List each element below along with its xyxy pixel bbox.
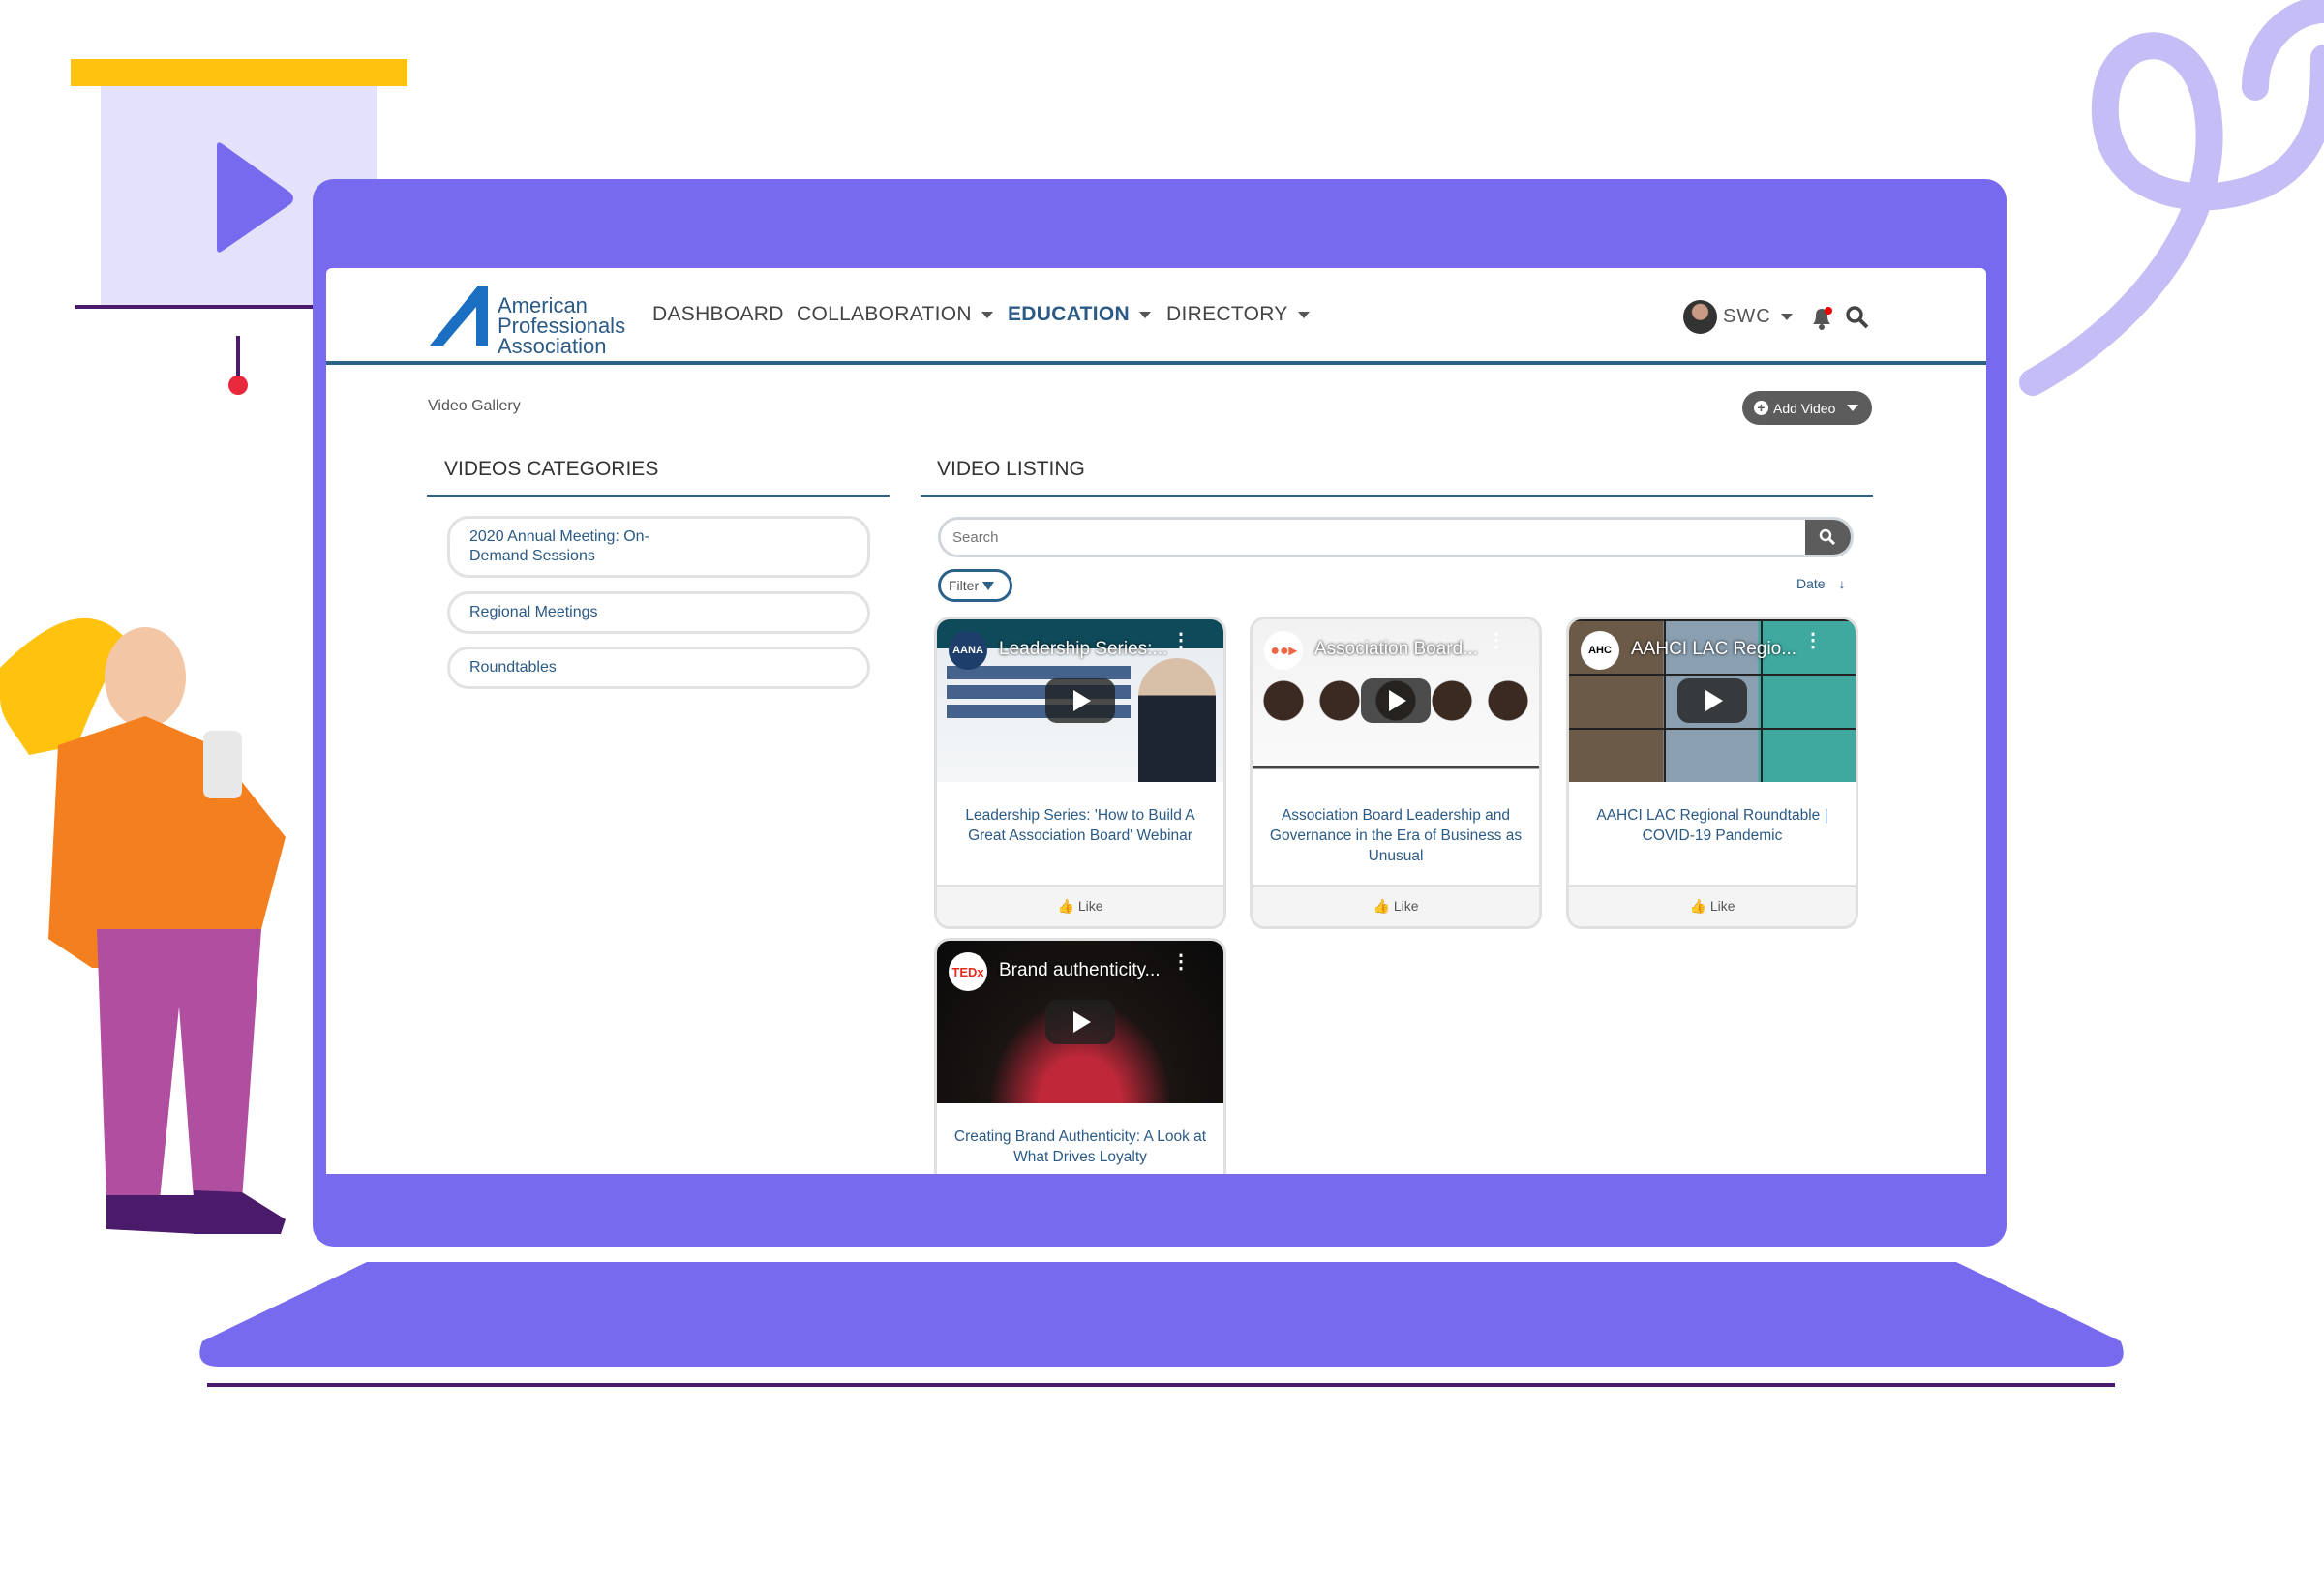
- user-name: SWC: [1723, 305, 1771, 327]
- category-label: Roundtables: [469, 659, 557, 676]
- video-title[interactable]: Leadership Series: 'How to Build A Great…: [937, 782, 1223, 885]
- sort-date[interactable]: Date ↓: [1796, 576, 1845, 591]
- channel-logo: ●●▸: [1264, 631, 1303, 670]
- search-icon: [1819, 528, 1836, 546]
- search-button[interactable]: [1805, 520, 1851, 555]
- thumb-title: Association Board...: [1314, 639, 1478, 659]
- app-screen: American Professionals Association DASHB…: [326, 268, 1986, 1174]
- video-title[interactable]: Association Board Leadership and Governa…: [1253, 782, 1539, 885]
- like-button[interactable]: 👍 Like: [1253, 885, 1539, 926]
- plus-circle-icon: +: [1754, 401, 1768, 415]
- play-button[interactable]: [1045, 1000, 1115, 1044]
- decor-swirl: [2019, 0, 2324, 396]
- ground-line: [207, 1383, 2115, 1387]
- thumbs-up-icon: 👍: [1689, 898, 1706, 914]
- breadcrumb[interactable]: Video Gallery: [428, 398, 521, 415]
- avatar: [1683, 299, 1717, 334]
- laptop-base: [199, 1262, 2124, 1367]
- video-title[interactable]: Creating Brand Authenticity: A Look at W…: [937, 1103, 1223, 1174]
- more-icon[interactable]: ⋮: [1171, 631, 1191, 650]
- play-button[interactable]: [1045, 678, 1115, 723]
- channel-logo-icon: ●●▸: [1270, 643, 1297, 659]
- video-card[interactable]: AANA Leadership Series:... ⋮ Leadership …: [934, 617, 1226, 929]
- video-thumbnail[interactable]: AHC AAHCI LAC Regio... ⋮: [1569, 619, 1856, 782]
- logo-text-line: Association: [498, 334, 607, 358]
- more-icon[interactable]: ⋮: [1803, 631, 1823, 650]
- thumbs-up-icon: 👍: [1373, 898, 1390, 914]
- thumb-title: Leadership Series:...: [999, 639, 1168, 659]
- listing-title: VIDEO LISTING: [937, 458, 1085, 480]
- play-icon: [217, 142, 293, 253]
- bell-icon[interactable]: [1809, 305, 1834, 332]
- video-card[interactable]: AHC AAHCI LAC Regio... ⋮ AAHCI LAC Regio…: [1566, 617, 1858, 929]
- logo[interactable]: American Professionals Association: [430, 282, 626, 357]
- like-label: Like: [1077, 898, 1103, 914]
- video-thumbnail[interactable]: TEDx Brand authenticity... ⋮: [937, 941, 1223, 1103]
- caret-down-icon: [1780, 313, 1793, 320]
- video-title[interactable]: AAHCI LAC Regional Roundtable | COVID-19…: [1569, 782, 1856, 885]
- categories-title: VIDEOS CATEGORIES: [444, 458, 659, 480]
- play-button[interactable]: [1677, 678, 1747, 723]
- video-thumbnail[interactable]: ●●▸ Association Board... ⋮: [1253, 619, 1539, 782]
- caret-down-icon: [1847, 405, 1859, 411]
- funnel-icon: [982, 581, 995, 590]
- search-bar: [938, 517, 1854, 557]
- caret-down-icon: [1138, 311, 1151, 318]
- category-label: Regional Meetings: [469, 604, 598, 620]
- thumb-title: Brand authenticity...: [999, 960, 1161, 980]
- logo-mark-icon: [430, 286, 488, 346]
- nav-label: DASHBOARD: [652, 303, 784, 325]
- like-button[interactable]: 👍 Like: [937, 885, 1223, 926]
- category-item[interactable]: Roundtables: [447, 647, 870, 689]
- add-video-button[interactable]: + Add Video: [1742, 391, 1872, 425]
- video-card[interactable]: ●●▸ Association Board... ⋮ Association B…: [1250, 617, 1542, 929]
- category-item[interactable]: 2020 Annual Meeting: On-Demand Sessions: [447, 516, 870, 578]
- video-thumbnail[interactable]: AANA Leadership Series:... ⋮: [937, 619, 1223, 782]
- caret-down-icon: [1297, 311, 1310, 318]
- category-label: 2020 Annual Meeting: On-Demand Sessions: [469, 528, 649, 564]
- logo-text-line: American: [498, 293, 588, 317]
- thumbs-up-icon: 👍: [1057, 898, 1074, 914]
- nav-collaboration[interactable]: COLLABORATION: [797, 303, 993, 326]
- category-item[interactable]: Regional Meetings: [447, 591, 870, 634]
- channel-logo: AANA: [949, 631, 987, 670]
- decor-line: [75, 305, 317, 309]
- like-label: Like: [1709, 898, 1735, 914]
- channel-logo: TEDx: [949, 952, 987, 991]
- caret-down-icon: [981, 311, 993, 318]
- nav-label: COLLABORATION: [797, 303, 972, 325]
- channel-logo: AHC: [1581, 631, 1619, 670]
- sort-label: Date: [1796, 576, 1826, 591]
- divider: [921, 495, 1873, 497]
- video-card[interactable]: TEDx Brand authenticity... ⋮ Creating Br…: [934, 938, 1226, 1174]
- nav-education[interactable]: EDUCATION: [1008, 303, 1151, 326]
- decor-pin-dot: [228, 376, 248, 395]
- arrow-down-icon: ↓: [1838, 576, 1846, 591]
- more-icon[interactable]: ⋮: [1171, 952, 1191, 972]
- nav-directory[interactable]: DIRECTORY: [1166, 303, 1310, 326]
- like-label: Like: [1393, 898, 1419, 914]
- filter-button[interactable]: Filter: [938, 569, 1012, 602]
- decor-yellow-bar: [71, 59, 407, 86]
- thumb-title: AAHCI LAC Regio...: [1631, 639, 1797, 659]
- divider: [427, 495, 890, 497]
- nav-dashboard[interactable]: DASHBOARD: [652, 303, 784, 326]
- search-input[interactable]: [941, 520, 1793, 555]
- top-nav: American Professionals Association DASHB…: [326, 268, 1986, 365]
- nav-label: EDUCATION: [1008, 303, 1130, 325]
- add-video-label: Add Video: [1773, 400, 1836, 416]
- play-button[interactable]: [1361, 678, 1431, 723]
- user-menu[interactable]: SWC: [1683, 299, 1793, 334]
- nav-label: DIRECTORY: [1166, 303, 1288, 325]
- person-illustration: [0, 617, 286, 1234]
- filter-label: Filter: [949, 578, 980, 593]
- speaker-image: [1138, 658, 1216, 782]
- more-icon[interactable]: ⋮: [1487, 631, 1506, 650]
- like-button[interactable]: 👍 Like: [1569, 885, 1856, 926]
- search-icon[interactable]: [1845, 305, 1870, 330]
- logo-text-line: Professionals: [498, 314, 626, 338]
